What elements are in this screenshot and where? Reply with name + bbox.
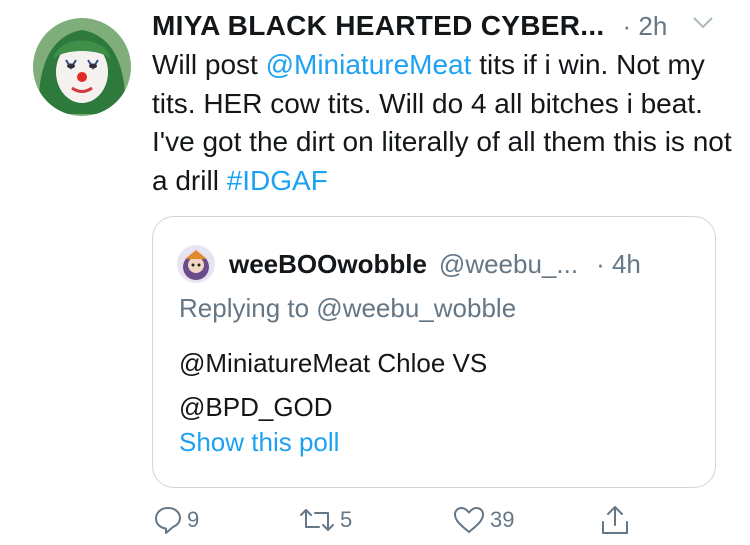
like-count: 39 (490, 507, 515, 532)
quoted-tweet-line: @MiniatureMeat Chloe VS (179, 348, 488, 378)
quoted-author-handle[interactable]: @weebu_... (439, 249, 578, 280)
tweet-text-part: Will post (152, 49, 266, 80)
replying-to: Replying to @weebu_wobble (179, 293, 517, 323)
tweet-text: Will post @MiniatureMeat tits if i win. … (152, 46, 732, 200)
quoted-tweet-text: @MiniatureMeat Chloe VS @BPD_GOD (179, 341, 699, 429)
reply-count: 9 (187, 507, 200, 532)
tweet[interactable]: MIYA BLACK HEARTED CYBER... · 2h Will po… (0, 0, 750, 545)
retweet-icon (300, 509, 334, 531)
quoted-tweet-card[interactable]: weeBOOwobble @weebu_... · 4h Replying to… (152, 216, 716, 488)
reply-button[interactable]: 9 (153, 502, 199, 538)
mention-link[interactable]: @MiniatureMeat (266, 49, 472, 80)
heart-icon (454, 507, 484, 533)
like-button[interactable]: 39 (452, 502, 514, 538)
tweet-timestamp[interactable]: · 2h (623, 11, 668, 42)
show-poll-link[interactable]: Show this poll (179, 427, 339, 458)
quoted-tweet-header: weeBOOwobble @weebu_... · 4h (229, 245, 641, 283)
chevron-down-icon[interactable] (692, 16, 714, 35)
tweet-actions: 9 5 39 (0, 500, 750, 540)
retweet-count: 5 (340, 507, 353, 532)
quoted-tweet-timestamp[interactable]: · 4h (596, 249, 641, 280)
author-avatar-image (33, 18, 131, 116)
retweet-button[interactable]: 5 (298, 502, 352, 538)
hashtag-link[interactable]: #IDGAF (227, 165, 328, 196)
quoted-tweet-line: @BPD_GOD (179, 392, 333, 422)
share-button[interactable] (600, 502, 630, 538)
share-icon (602, 506, 628, 534)
quoted-author-display-name[interactable]: weeBOOwobble (229, 249, 427, 280)
author-avatar[interactable] (33, 18, 131, 116)
quoted-author-avatar[interactable] (177, 245, 215, 283)
reply-icon (155, 507, 181, 534)
tweet-header: MIYA BLACK HEARTED CYBER... · 2h (152, 8, 722, 44)
author-display-name[interactable]: MIYA BLACK HEARTED CYBER... (152, 10, 605, 42)
quoted-author-avatar-image (177, 245, 215, 283)
